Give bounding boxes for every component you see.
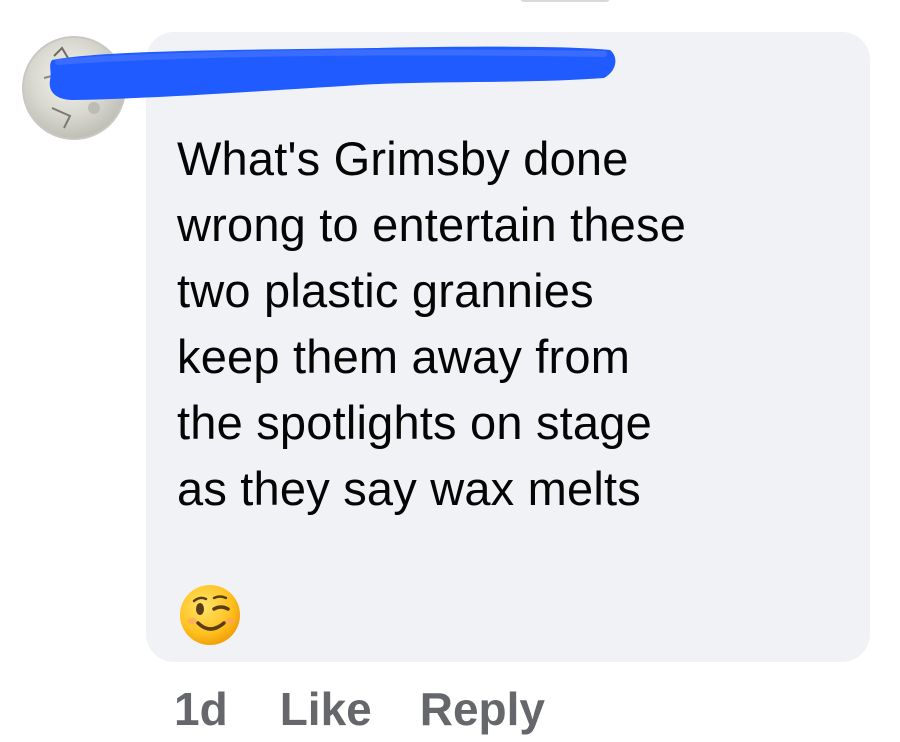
timestamp[interactable]: 1d <box>174 682 228 736</box>
reply-button[interactable]: Reply <box>420 682 545 736</box>
comment-text-line: the spotlights on stage <box>177 396 652 449</box>
comment-actions: 1d Like Reply <box>174 676 545 742</box>
comment-text-line: keep them away from <box>177 330 631 383</box>
comment-text-line: two plastic grannies <box>177 264 594 317</box>
previous-item-edge <box>520 0 610 2</box>
comment-text-line: as they say wax melts <box>177 462 641 515</box>
winking-face-emoji-icon <box>180 585 240 645</box>
author-name-redaction <box>49 46 616 100</box>
comment-view: What's Grimsby done wrong to entertain t… <box>0 0 900 742</box>
comment-text: What's Grimsby done wrong to entertain t… <box>177 126 857 522</box>
comment-text-line: wrong to entertain these <box>177 198 687 251</box>
comment-text-line: What's Grimsby done <box>177 132 629 185</box>
like-button[interactable]: Like <box>280 682 372 736</box>
